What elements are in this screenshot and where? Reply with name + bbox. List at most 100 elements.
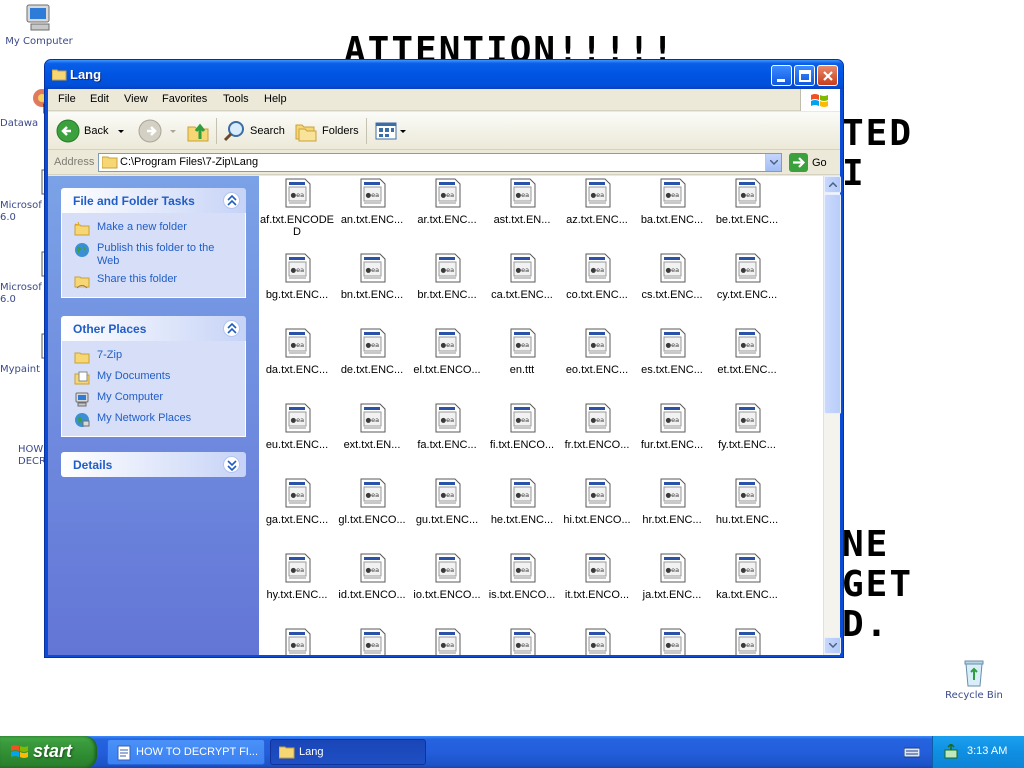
collapse-chevron-icon[interactable] [223, 192, 240, 209]
svg-text:●ea: ●ea [666, 341, 680, 349]
file-name: gu.txt.ENC... [415, 514, 479, 526]
vertical-scrollbar[interactable] [823, 176, 841, 655]
place-my-network-link[interactable]: My Network Places [74, 412, 239, 428]
panel-header[interactable]: File and Folder Tasks [61, 188, 246, 213]
panel-header[interactable]: Details [61, 452, 246, 477]
svg-text:●ea: ●ea [291, 641, 305, 649]
forward-arrow-icon [138, 119, 162, 143]
safely-remove-hardware-icon[interactable] [943, 742, 959, 763]
close-button[interactable] [817, 65, 838, 86]
forward-button[interactable] [138, 118, 176, 144]
chevron-down-icon[interactable] [170, 129, 176, 133]
share-folder-link[interactable]: Share this folder [74, 273, 239, 289]
svg-text:●ea: ●ea [591, 416, 605, 424]
go-button[interactable]: Go [789, 153, 827, 172]
clock[interactable]: 3:13 AM [967, 745, 1007, 757]
file-name: ba.txt.ENC... [640, 214, 704, 226]
desktop-icon-my-computer[interactable]: My Computer [1, 2, 77, 48]
svg-text:●ea: ●ea [291, 191, 305, 199]
svg-text:●ea: ●ea [741, 416, 755, 424]
chevron-down-icon[interactable] [400, 129, 406, 133]
file-name: en.ttt [509, 364, 535, 376]
menu-tools[interactable]: Tools [223, 93, 249, 105]
scroll-down-button[interactable] [824, 637, 841, 654]
place-my-computer-link[interactable]: My Computer [74, 391, 239, 407]
panel-title: Other Places [73, 322, 147, 336]
minimize-button[interactable] [771, 65, 792, 86]
start-button[interactable]: start [0, 736, 97, 768]
menu-view[interactable]: View [124, 93, 148, 105]
window-title: Lang [70, 67, 102, 82]
text-file-icon: ●ea [285, 403, 311, 433]
make-new-folder-link[interactable]: Make a new folder [74, 221, 239, 237]
text-file-icon: ●ea [360, 403, 386, 433]
back-button[interactable]: Back [56, 118, 125, 144]
menu-bar: File Edit View Favorites Tools Help [48, 89, 840, 111]
text-file-icon: ●ea [735, 328, 761, 358]
svg-text:●ea: ●ea [741, 191, 755, 199]
folders-icon [295, 124, 317, 142]
svg-text:●ea: ●ea [366, 341, 380, 349]
menu-help[interactable]: Help [264, 93, 287, 105]
taskbar-item-lang[interactable]: Lang [270, 739, 426, 765]
desktop-icon-label: My Computer [5, 36, 73, 47]
views-button[interactable] [374, 118, 406, 144]
file-name: ja.txt.ENC... [642, 589, 702, 601]
keyboard-icon[interactable] [903, 746, 921, 761]
file-name: he.txt.ENC... [490, 514, 554, 526]
folder-icon [278, 745, 295, 762]
file-name: ast.txt.EN... [493, 214, 551, 226]
file-name: da.txt.ENC... [265, 364, 329, 376]
file-name: eo.txt.ENC... [565, 364, 629, 376]
desktop-icon-recycle-bin[interactable]: Recycle Bin [936, 656, 1012, 702]
taskbar-item-how-to-decrypt[interactable]: HOW TO DECRYPT FI... [107, 739, 265, 765]
text-file-icon: ●ea [735, 403, 761, 433]
chevron-down-icon[interactable] [118, 129, 125, 133]
text-file-icon: ●ea [285, 328, 311, 358]
svg-text:●ea: ●ea [516, 641, 530, 649]
text-file-icon: ●ea [510, 253, 536, 283]
text-file-icon: ●ea [435, 478, 461, 508]
place-my-documents-link[interactable]: My Documents [74, 370, 239, 386]
go-label: Go [812, 156, 827, 169]
expand-chevron-icon[interactable] [223, 456, 240, 473]
menu-file[interactable]: File [58, 93, 76, 105]
link-label: Make a new folder [97, 221, 187, 233]
wallpaper-text-line6: D. [842, 604, 890, 645]
file-name: ar.txt.ENC... [417, 214, 477, 226]
back-arrow-icon [56, 119, 80, 143]
file-name: hu.txt.ENC... [715, 514, 779, 526]
scroll-thumb[interactable] [824, 194, 841, 414]
svg-text:●ea: ●ea [516, 341, 530, 349]
title-bar[interactable]: Lang [45, 60, 843, 89]
search-button[interactable]: Search [222, 118, 285, 144]
publish-folder-link[interactable]: Publish this folder to the Web [74, 242, 239, 268]
folders-button[interactable]: Folders [294, 118, 359, 144]
menu-edit[interactable]: Edit [90, 93, 109, 105]
svg-text:●ea: ●ea [441, 266, 455, 274]
maximize-button[interactable] [794, 65, 815, 86]
panel-header[interactable]: Other Places [61, 316, 246, 341]
address-dropdown-button[interactable] [765, 154, 781, 171]
scroll-up-button[interactable] [824, 176, 841, 193]
search-icon [223, 121, 244, 142]
share-folder-icon [74, 276, 90, 289]
address-input[interactable]: C:\Program Files\7-Zip\Lang [98, 153, 782, 172]
address-value: C:\Program Files\7-Zip\Lang [120, 156, 259, 168]
panel-title: File and Folder Tasks [73, 194, 195, 208]
text-file-icon: ●ea [285, 628, 311, 655]
up-folder-button[interactable] [186, 118, 210, 144]
globe-icon [75, 243, 89, 257]
address-bar: Address C:\Program Files\7-Zip\Lang Go [48, 151, 840, 175]
text-file-icon: ●ea [360, 628, 386, 655]
toolbar: Back Search Folders [48, 112, 840, 150]
collapse-chevron-icon[interactable] [223, 320, 240, 337]
svg-text:●ea: ●ea [291, 416, 305, 424]
file-name: fr.txt.ENCO... [564, 439, 630, 451]
file-name: bn.txt.ENC... [340, 289, 404, 301]
menu-favorites[interactable]: Favorites [162, 93, 207, 105]
text-file-icon: ●ea [435, 403, 461, 433]
file-list-view[interactable]: ●ea af.txt.ENCODED ●ea an.txt.ENC... ●ea ar.t… [259, 176, 823, 655]
text-file-icon: ●ea [510, 403, 536, 433]
place-7zip-link[interactable]: 7-Zip [74, 349, 239, 365]
